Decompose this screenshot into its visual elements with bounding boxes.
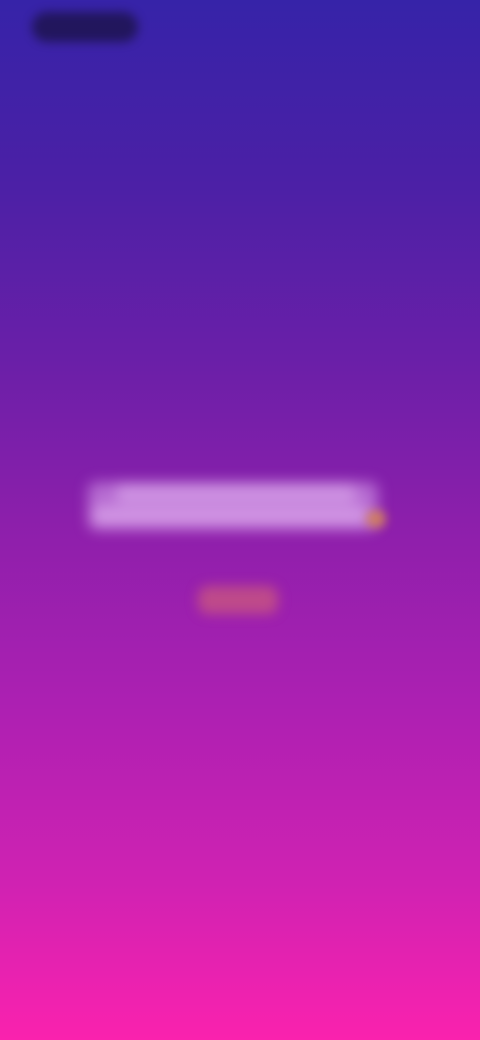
cta-button[interactable] bbox=[198, 586, 278, 614]
app-logo-icon bbox=[32, 12, 138, 42]
top-bar bbox=[0, 0, 480, 56]
headline-text bbox=[88, 482, 378, 530]
splash-content bbox=[80, 470, 400, 640]
accent-dot-icon bbox=[366, 510, 386, 528]
headline-line-2 bbox=[92, 506, 368, 526]
headline-line-1 bbox=[116, 484, 356, 502]
app-screen bbox=[0, 0, 480, 1040]
